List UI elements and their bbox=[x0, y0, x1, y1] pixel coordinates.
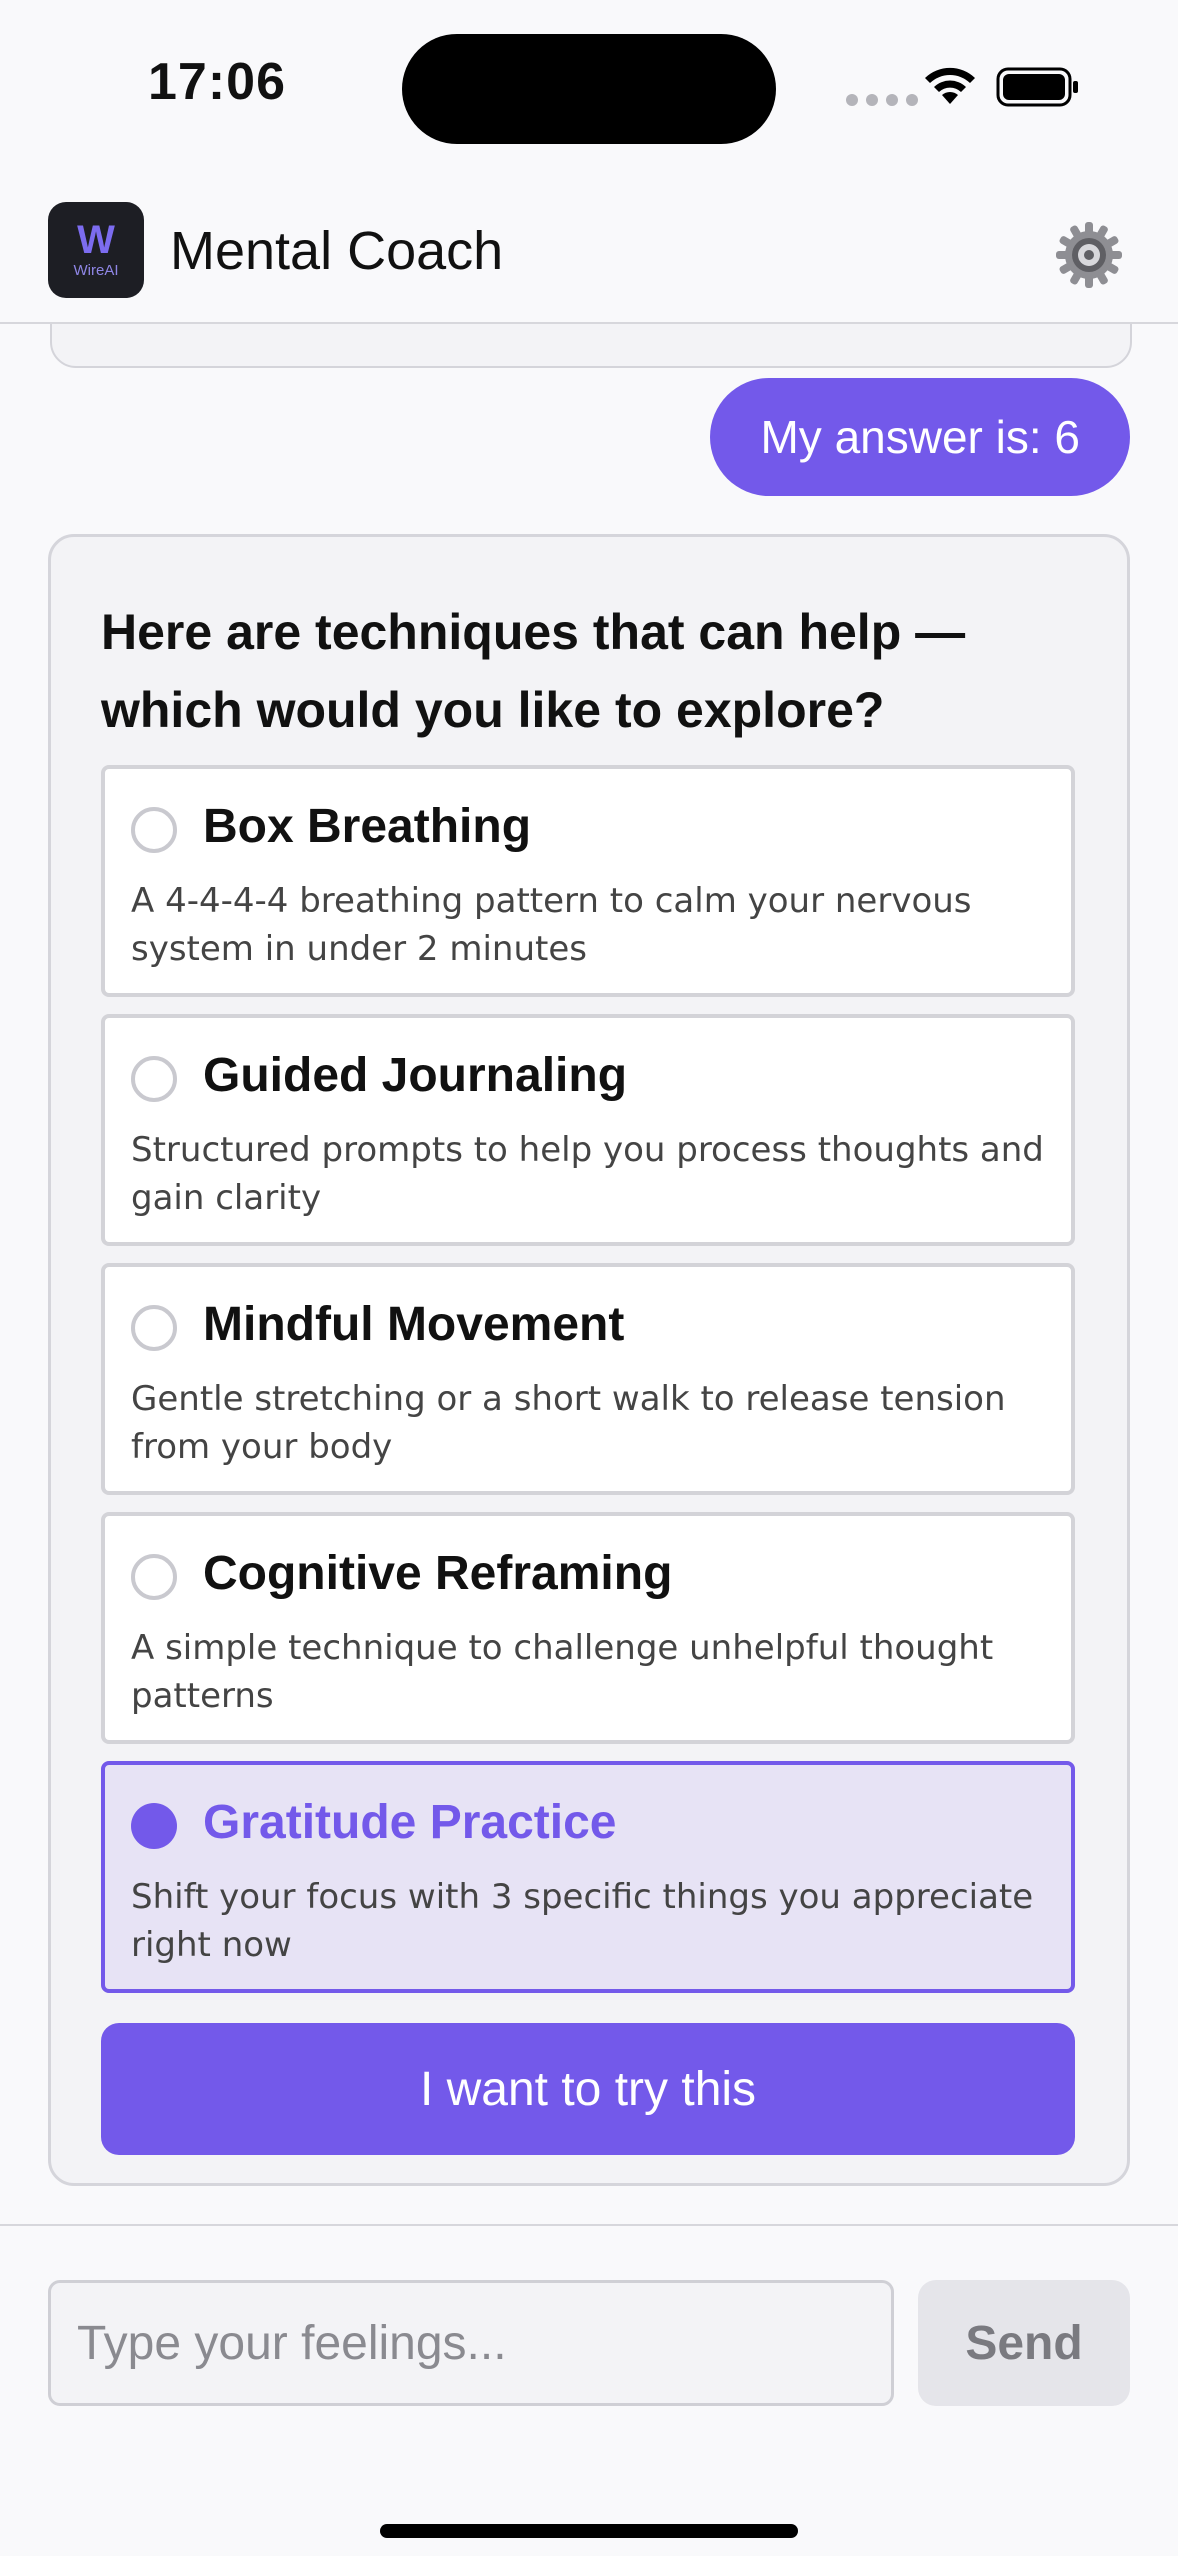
option-title: Mindful Movement bbox=[203, 1298, 625, 1351]
radio-button-selected[interactable] bbox=[131, 1803, 177, 1849]
question-text: Here are techniques that can help — whic… bbox=[101, 604, 966, 738]
gear-icon[interactable] bbox=[1054, 220, 1124, 290]
radio-button[interactable] bbox=[131, 1056, 177, 1102]
app-logo: W WireAI bbox=[48, 202, 144, 298]
try-this-button[interactable]: I want to try this bbox=[101, 2023, 1075, 2155]
option-guided-journaling[interactable]: Guided Journaling Structured prompts to … bbox=[101, 1014, 1075, 1246]
send-button[interactable]: Send bbox=[918, 2280, 1130, 2406]
option-title: Cognitive Reframing bbox=[203, 1547, 673, 1600]
option-mindful-movement[interactable]: Mindful Movement Gentle stretching or a … bbox=[101, 1263, 1075, 1495]
composer-bar: Send bbox=[0, 2224, 1178, 2556]
option-title: Guided Journaling bbox=[203, 1049, 628, 1102]
battery-icon bbox=[996, 67, 1078, 107]
cellular-signal-icon bbox=[846, 94, 918, 106]
option-description: Shift your focus with 3 specific things … bbox=[131, 1877, 1034, 1965]
page-title: Mental Coach bbox=[170, 221, 504, 281]
option-title: Gratitude Practice bbox=[203, 1796, 617, 1849]
previous-message-card bbox=[50, 324, 1132, 368]
option-description: A simple technique to challenge unhelpfu… bbox=[131, 1628, 994, 1716]
wifi-icon bbox=[925, 67, 975, 104]
logo-text: WireAI bbox=[73, 262, 119, 279]
feelings-input[interactable] bbox=[48, 2280, 894, 2406]
option-title: Box Breathing bbox=[203, 800, 532, 853]
bot-message-card: Here are techniques that can help — whic… bbox=[48, 534, 1130, 2186]
option-description: Structured prompts to help you process t… bbox=[131, 1130, 1044, 1218]
option-cognitive-reframing[interactable]: Cognitive Reframing A simple technique t… bbox=[101, 1512, 1075, 1744]
home-indicator bbox=[380, 2524, 798, 2538]
user-message-bubble: My answer is: 6 bbox=[710, 378, 1130, 496]
app-header: W WireAI Mental Coach bbox=[0, 180, 1178, 324]
option-gratitude-practice[interactable]: Gratitude Practice Shift your focus with… bbox=[101, 1761, 1075, 1993]
option-description: A 4-4-4-4 breathing pattern to calm your… bbox=[131, 881, 972, 969]
chat-area[interactable]: My answer is: 6 Here are techniques that… bbox=[0, 324, 1178, 2224]
status-bar: 17:06 bbox=[0, 0, 1178, 180]
dynamic-island bbox=[402, 34, 776, 144]
logo-mark: W bbox=[77, 218, 115, 262]
radio-button[interactable] bbox=[131, 1305, 177, 1351]
screen: 17:06 W WireAI Mental Coach My answer is… bbox=[0, 0, 1178, 2556]
option-description: Gentle stretching or a short walk to rel… bbox=[131, 1379, 1006, 1467]
status-time: 17:06 bbox=[148, 53, 286, 111]
radio-button[interactable] bbox=[131, 1554, 177, 1600]
option-box-breathing[interactable]: Box Breathing A 4-4-4-4 breathing patter… bbox=[101, 765, 1075, 997]
radio-button[interactable] bbox=[131, 807, 177, 853]
